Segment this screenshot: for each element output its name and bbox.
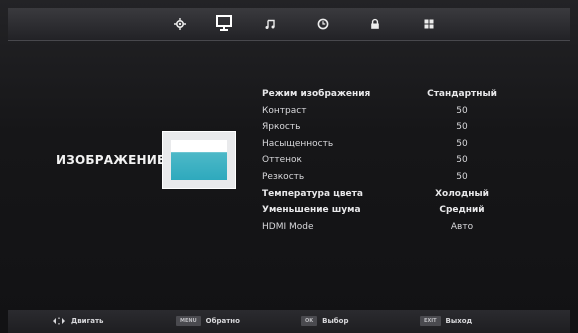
crosshair-icon[interactable] [171, 15, 189, 33]
monitor-icon[interactable] [212, 11, 236, 35]
setting-label: Температура цвета [262, 188, 363, 199]
picture-glass-icon [162, 131, 236, 189]
settings-list: Режим изображения Стандартный Контраст 5… [262, 86, 510, 235]
setting-value: 50 [456, 138, 468, 149]
setting-value: Средний [439, 205, 485, 216]
setting-label: Яркость [262, 122, 301, 133]
tv-menu-screen: ИЗОБРАЖЕНИЕ Режим изображения Стандартны… [0, 0, 578, 333]
setting-tint[interactable]: Оттенок 50 [262, 152, 510, 169]
hint-label: Выход [445, 317, 473, 325]
setting-label: Контраст [262, 105, 307, 116]
hint-back: MENU Обратно [176, 316, 240, 326]
hint-label: Выбор [322, 317, 349, 325]
hint-move: Двигать [52, 316, 103, 326]
music-note-icon[interactable] [261, 15, 279, 33]
lock-icon[interactable] [366, 15, 384, 33]
setting-hdmi-mode[interactable]: HDMI Mode Авто [262, 219, 510, 236]
hint-label: Двигать [71, 317, 104, 325]
setting-picture-mode[interactable]: Режим изображения Стандартный [262, 86, 510, 103]
setting-label: HDMI Mode [262, 221, 314, 232]
setting-color-temperature[interactable]: Температура цвета Холодный [262, 186, 510, 203]
ok-key: OK [301, 316, 318, 326]
arrows-icon [53, 317, 65, 325]
setting-label: Насыщенность [262, 138, 334, 149]
setting-label: Оттенок [262, 155, 302, 166]
setting-value: Холодный [435, 188, 489, 199]
setting-sharpness[interactable]: Резкость 50 [262, 169, 510, 186]
hint-label: Обратно [205, 317, 240, 325]
top-menu-bar [8, 8, 570, 41]
setting-noise-reduction[interactable]: Уменьшение шума Средний [262, 202, 510, 219]
setting-value: 50 [456, 155, 468, 166]
setting-contrast[interactable]: Контраст 50 [262, 103, 510, 120]
setting-value: 50 [456, 122, 468, 133]
menu-key: MENU [176, 316, 201, 326]
setting-value: 50 [456, 171, 468, 182]
grid-icon[interactable] [420, 15, 438, 33]
setting-saturation[interactable]: Насыщенность 50 [262, 136, 510, 153]
setting-label: Режим изображения [262, 89, 371, 99]
setting-value: Авто [450, 221, 474, 232]
hint-exit: EXIT Выход [420, 316, 472, 326]
hint-bar: Двигать MENU Обратно OK Выбор EXIT Выход [8, 310, 570, 333]
setting-value: 50 [456, 105, 468, 116]
hint-select: OK Выбор [301, 316, 349, 326]
clock-icon[interactable] [314, 15, 332, 33]
exit-key: EXIT [420, 316, 441, 326]
category-title: ИЗОБРАЖЕНИЕ [56, 153, 166, 167]
setting-brightness[interactable]: Яркость 50 [262, 119, 510, 136]
setting-label: Резкость [262, 171, 305, 182]
setting-value: Стандартный [427, 89, 497, 99]
setting-label: Уменьшение шума [262, 205, 361, 216]
